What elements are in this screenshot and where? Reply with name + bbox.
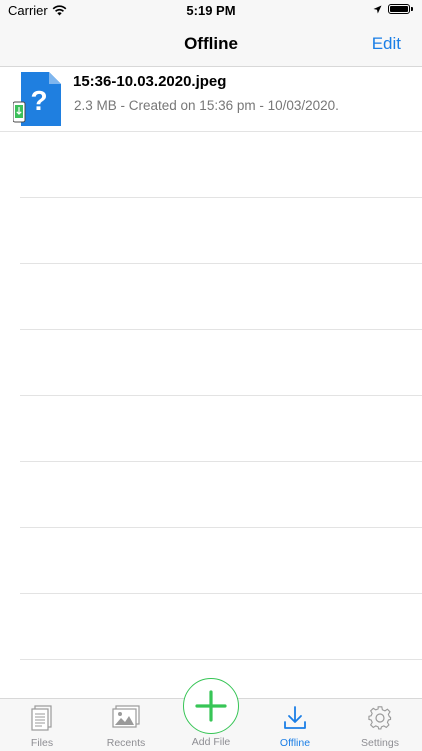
- status-time: 5:19 PM: [186, 3, 236, 18]
- empty-row: [0, 264, 422, 330]
- add-file-label: Add File: [191, 736, 231, 748]
- empty-row: [0, 594, 422, 660]
- unknown-file-icon: ?: [13, 72, 61, 126]
- tab-offline-label: Offline: [279, 737, 311, 749]
- location-arrow-icon: [373, 5, 382, 13]
- tab-offline[interactable]: Offline: [253, 699, 337, 751]
- file-details: 2.3 MB - Created on 15:36 pm - 10/03/202…: [74, 98, 339, 113]
- svg-text:?: ?: [30, 85, 47, 116]
- tab-recents-label: Recents: [106, 737, 146, 749]
- tab-settings[interactable]: Settings: [338, 699, 422, 751]
- plus-icon: [195, 690, 227, 722]
- file-list: ? 15:36-10.03.2020.jpeg 2.3 MB - Created…: [0, 67, 422, 660]
- file-row[interactable]: ? 15:36-10.03.2020.jpeg 2.3 MB - Created…: [0, 67, 422, 132]
- add-file-button[interactable]: [183, 678, 239, 734]
- page-title: Offline: [184, 34, 238, 53]
- tab-recents[interactable]: Recents: [84, 699, 168, 751]
- edit-button[interactable]: Edit: [372, 34, 401, 54]
- gear-icon: [368, 706, 392, 730]
- file-name: 15:36-10.03.2020.jpeg: [73, 73, 227, 90]
- empty-row: [0, 396, 422, 462]
- battery-cap: [411, 7, 413, 11]
- files-icon: [31, 705, 52, 731]
- tab-files-label: Files: [30, 737, 54, 749]
- download-icon: [284, 706, 306, 729]
- empty-row: [0, 132, 422, 198]
- status-indicators: [373, 4, 413, 14]
- empty-row: [0, 198, 422, 264]
- recents-icon: [112, 705, 140, 728]
- status-bar: Carrier 5:19 PM: [0, 0, 422, 24]
- battery-icon: [388, 4, 410, 14]
- empty-row: [0, 462, 422, 528]
- empty-row: [0, 330, 422, 396]
- tab-settings-label: Settings: [361, 737, 399, 749]
- navigation-bar: Offline Edit: [0, 24, 422, 67]
- empty-row: [0, 528, 422, 594]
- tab-files[interactable]: Files: [0, 699, 84, 751]
